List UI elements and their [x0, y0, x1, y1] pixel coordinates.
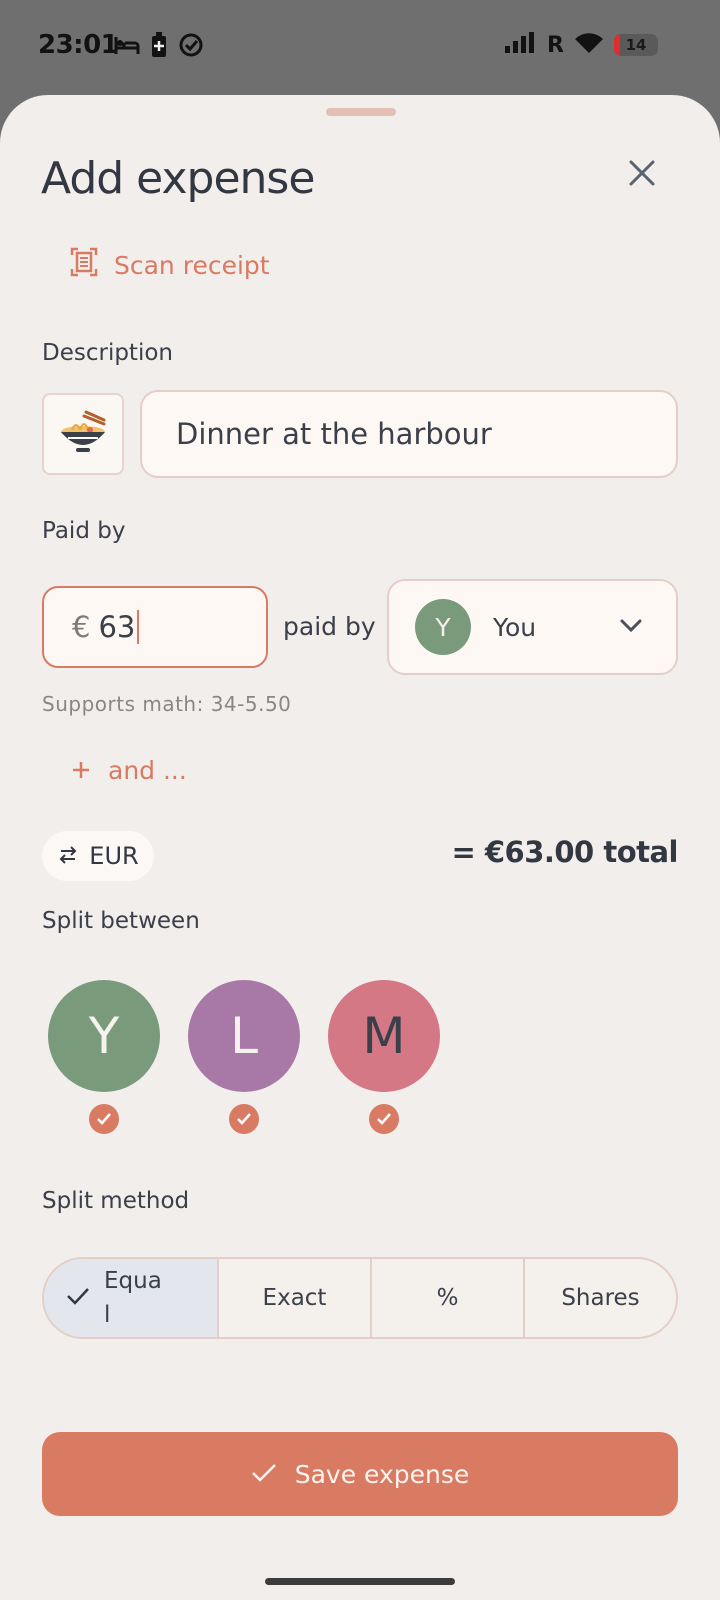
paid-by-connector-text: paid by: [283, 612, 376, 641]
split-option-label: %: [436, 1285, 459, 1311]
split-option-label: Exact: [262, 1285, 327, 1311]
battery-charging-icon: [150, 32, 168, 62]
add-payer-button[interactable]: and ...: [72, 756, 187, 785]
member-y[interactable]: Y: [48, 980, 160, 1134]
currency-symbol: €: [72, 610, 91, 644]
amount-value: 63: [98, 610, 136, 644]
page-title: Add expense: [41, 153, 315, 204]
split-method-selector: Equal Exact % Shares: [42, 1257, 678, 1339]
math-hint: Supports math: 34-5.50: [42, 692, 292, 716]
status-time: 23:01: [38, 30, 119, 60]
avatar: Y: [48, 980, 160, 1092]
currency-code: EUR: [89, 842, 139, 870]
split-option-percent[interactable]: %: [370, 1259, 523, 1337]
split-option-equal[interactable]: Equal: [44, 1259, 217, 1337]
avatar: M: [328, 980, 440, 1092]
add-payer-label: and ...: [108, 756, 187, 785]
description-label: Description: [42, 340, 173, 366]
checkmark-icon: [66, 1285, 90, 1311]
split-option-shares[interactable]: Shares: [523, 1259, 676, 1337]
close-button[interactable]: [622, 155, 662, 195]
save-expense-button[interactable]: Save expense: [42, 1432, 678, 1516]
split-option-label: Equal: [104, 1268, 162, 1328]
checkmark-icon: [229, 1104, 259, 1134]
check-circle-icon: [178, 32, 204, 62]
text-cursor: [137, 610, 140, 644]
paid-by-label: Paid by: [42, 518, 126, 544]
roaming-indicator: R: [547, 32, 564, 58]
battery-indicator: 14: [614, 34, 658, 56]
chevron-down-icon: [620, 618, 642, 637]
split-between-label: Split between: [42, 908, 200, 934]
amount-input[interactable]: € 63: [42, 586, 268, 668]
total-amount: = €63.00 total: [451, 835, 678, 869]
checkmark-icon: [251, 1460, 277, 1489]
split-members-list: Y L M: [48, 980, 440, 1134]
payer-name: You: [493, 612, 537, 642]
scan-receipt-button[interactable]: Scan receipt: [70, 247, 270, 283]
status-bar: 23:01 R 14: [0, 0, 720, 96]
receipt-scan-icon: [70, 247, 98, 283]
member-l[interactable]: L: [188, 980, 300, 1134]
scan-receipt-label: Scan receipt: [114, 250, 270, 280]
avatar: L: [188, 980, 300, 1092]
category-emoji-button[interactable]: [42, 393, 124, 475]
member-m[interactable]: M: [328, 980, 440, 1134]
close-icon: [628, 159, 656, 191]
wifi-icon: [574, 32, 604, 58]
bed-icon: [114, 34, 140, 60]
split-method-label: Split method: [42, 1188, 190, 1214]
avatar: Y: [415, 599, 471, 655]
split-option-exact[interactable]: Exact: [217, 1259, 370, 1337]
description-value: Dinner at the harbour: [176, 417, 492, 451]
description-input[interactable]: Dinner at the harbour: [140, 390, 678, 478]
home-indicator[interactable]: [265, 1578, 455, 1585]
save-expense-label: Save expense: [294, 1459, 470, 1489]
currency-selector[interactable]: EUR: [42, 831, 154, 881]
noodle-bowl-icon: [56, 408, 110, 460]
checkmark-icon: [369, 1104, 399, 1134]
checkmark-icon: [89, 1104, 119, 1134]
swap-arrows-icon: [57, 842, 79, 870]
payer-dropdown[interactable]: Y You: [387, 579, 678, 675]
add-expense-sheet: Add expense Scan receipt Description Din…: [0, 95, 720, 1600]
drag-handle[interactable]: [326, 108, 396, 116]
signal-icon: [503, 32, 537, 58]
split-option-label: Shares: [561, 1285, 640, 1311]
plus-icon: [72, 756, 90, 785]
